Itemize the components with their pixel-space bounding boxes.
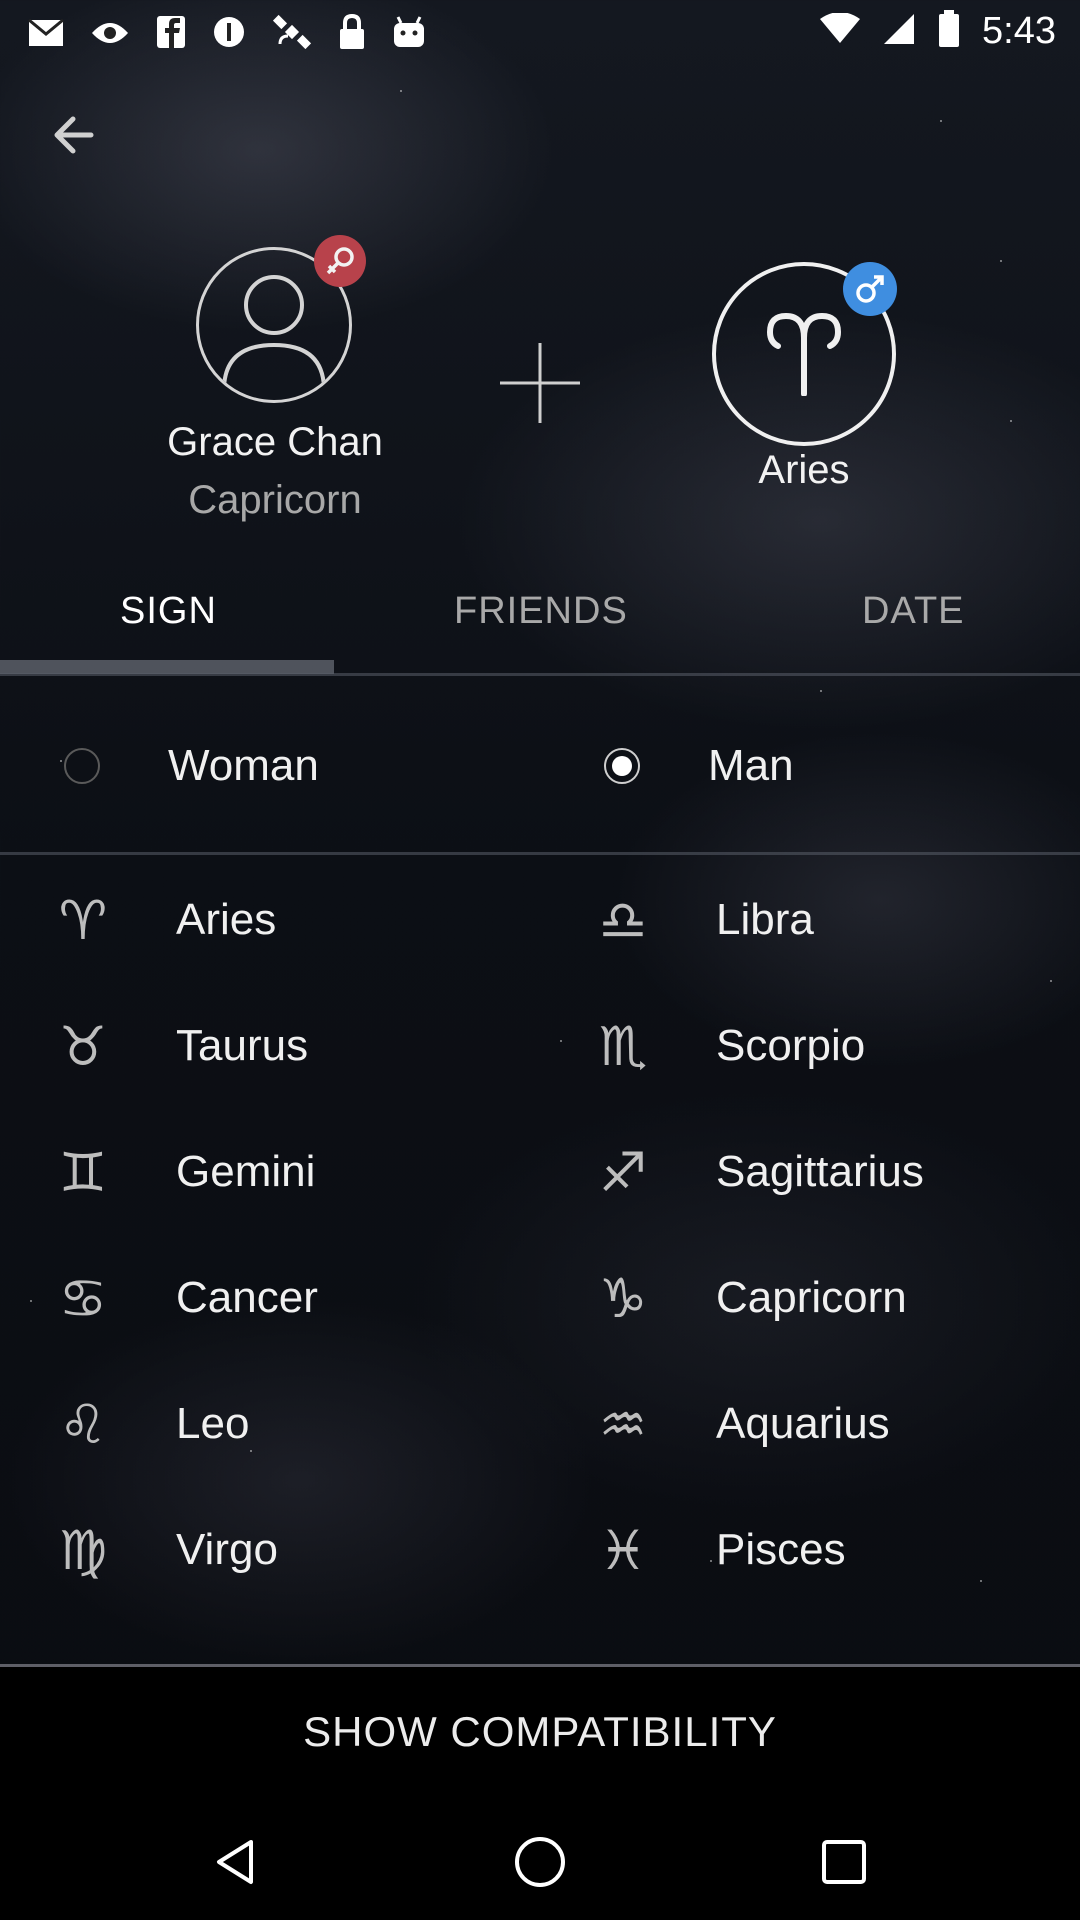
status-bar: 5:43: [0, 0, 1080, 63]
gender-label-man: Man: [708, 741, 794, 790]
tab-date[interactable]: DATE: [862, 590, 965, 633]
sign-label: Scorpio: [716, 1021, 866, 1070]
selected-sign-name: Aries: [758, 448, 850, 492]
info-icon: [212, 15, 246, 57]
user-name: Grace Chan: [167, 420, 383, 464]
sign-item-taurus[interactable]: ♉ Taurus: [48, 996, 568, 1096]
sign-label: Taurus: [176, 1021, 309, 1070]
sign-item-aquarius[interactable]: ♒ Aquarius: [588, 1374, 1080, 1474]
sign-item-sagittarius[interactable]: ♐ Sagittarius: [588, 1122, 1080, 1222]
aries-icon: ♈: [58, 888, 108, 952]
facebook-icon: [156, 15, 186, 57]
gender-option-man[interactable]: Man: [604, 716, 1064, 816]
gemini-icon: ♊: [58, 1140, 108, 1204]
sign-label: Sagittarius: [716, 1147, 924, 1196]
sign-item-cancer[interactable]: ♋ Cancer: [48, 1248, 568, 1348]
arrow-left-icon: [54, 116, 94, 154]
aries-symbol-icon: [766, 312, 842, 396]
triangle-back-icon: [217, 1840, 253, 1884]
sign-label: Leo: [176, 1399, 250, 1448]
scorpio-icon: ♏: [598, 1014, 648, 1078]
nav-recents-button[interactable]: [804, 1822, 884, 1902]
sign-item-aries[interactable]: ♈ Aries: [48, 870, 568, 970]
sign-label: Libra: [716, 895, 814, 944]
sign-label: Pisces: [716, 1525, 846, 1574]
gender-option-woman[interactable]: Woman: [64, 716, 524, 816]
wifi-icon: [820, 12, 861, 50]
square-recents-icon: [822, 1840, 866, 1884]
radio-man[interactable]: [604, 748, 640, 784]
tab-divider: [0, 673, 1080, 676]
sign-item-leo[interactable]: ♌ Leo: [48, 1374, 568, 1474]
tab-bar: SIGN FRIENDS DATE: [0, 580, 1080, 676]
satellite-icon: [272, 12, 312, 60]
back-button[interactable]: [40, 105, 106, 165]
sign-item-gemini[interactable]: ♊ Gemini: [48, 1122, 568, 1222]
sign-label: Capricorn: [716, 1273, 907, 1322]
taurus-icon: ♉: [58, 1014, 108, 1078]
nav-home-button[interactable]: [500, 1822, 580, 1902]
lock-icon: [338, 13, 366, 58]
gender-label-woman: Woman: [168, 741, 319, 790]
sign-item-scorpio[interactable]: ♏ Scorpio: [588, 996, 1080, 1096]
leo-icon: ♌: [58, 1392, 108, 1456]
male-badge: [843, 262, 897, 316]
mail-icon: [28, 17, 64, 55]
capricorn-icon: ♑: [598, 1266, 648, 1330]
sign-item-virgo[interactable]: ♍ Virgo: [48, 1500, 568, 1600]
add-profile-button[interactable]: [495, 338, 585, 428]
female-symbol-icon: [326, 247, 354, 275]
libra-icon: ♎: [598, 888, 648, 952]
user-sign: Capricorn: [188, 478, 362, 522]
sign-label: Aries: [176, 895, 277, 944]
sign-label: Aquarius: [716, 1399, 890, 1448]
signal-icon: [882, 12, 916, 51]
android-icon: [392, 15, 426, 57]
tab-indicator: [0, 660, 334, 674]
clock: 5:43: [982, 10, 1056, 52]
nav-back-button[interactable]: [196, 1822, 276, 1902]
radio-woman[interactable]: [64, 748, 100, 784]
cancer-icon: ♋: [58, 1266, 108, 1330]
battery-icon: [938, 10, 960, 53]
circle-home-icon: [515, 1837, 565, 1887]
system-status: 5:43: [820, 10, 1056, 53]
notification-icons: [28, 12, 426, 60]
virgo-icon: ♍: [58, 1518, 108, 1582]
tab-sign[interactable]: SIGN: [120, 590, 217, 633]
sign-item-libra[interactable]: ♎ Libra: [588, 870, 1080, 970]
gender-divider: [0, 852, 1080, 855]
show-compatibility-button[interactable]: SHOW COMPATIBILITY: [0, 1667, 1080, 1797]
sagittarius-icon: ♐: [598, 1140, 648, 1204]
male-symbol-icon: [856, 275, 884, 303]
sign-label: Gemini: [176, 1147, 316, 1196]
sign-label: Cancer: [176, 1273, 318, 1322]
sign-label: Virgo: [176, 1525, 278, 1574]
female-badge: [314, 235, 366, 287]
pisces-icon: ♓: [598, 1518, 648, 1582]
tab-friends[interactable]: FRIENDS: [454, 590, 628, 633]
sign-item-capricorn[interactable]: ♑ Capricorn: [588, 1248, 1080, 1348]
gender-selector: Woman Man: [0, 716, 1080, 816]
sign-item-pisces[interactable]: ♓ Pisces: [588, 1500, 1080, 1600]
plus-icon: [500, 343, 580, 423]
aquarius-icon: ♒: [598, 1392, 648, 1456]
eye-icon: [90, 17, 130, 55]
navigation-bar: [0, 1797, 1080, 1920]
